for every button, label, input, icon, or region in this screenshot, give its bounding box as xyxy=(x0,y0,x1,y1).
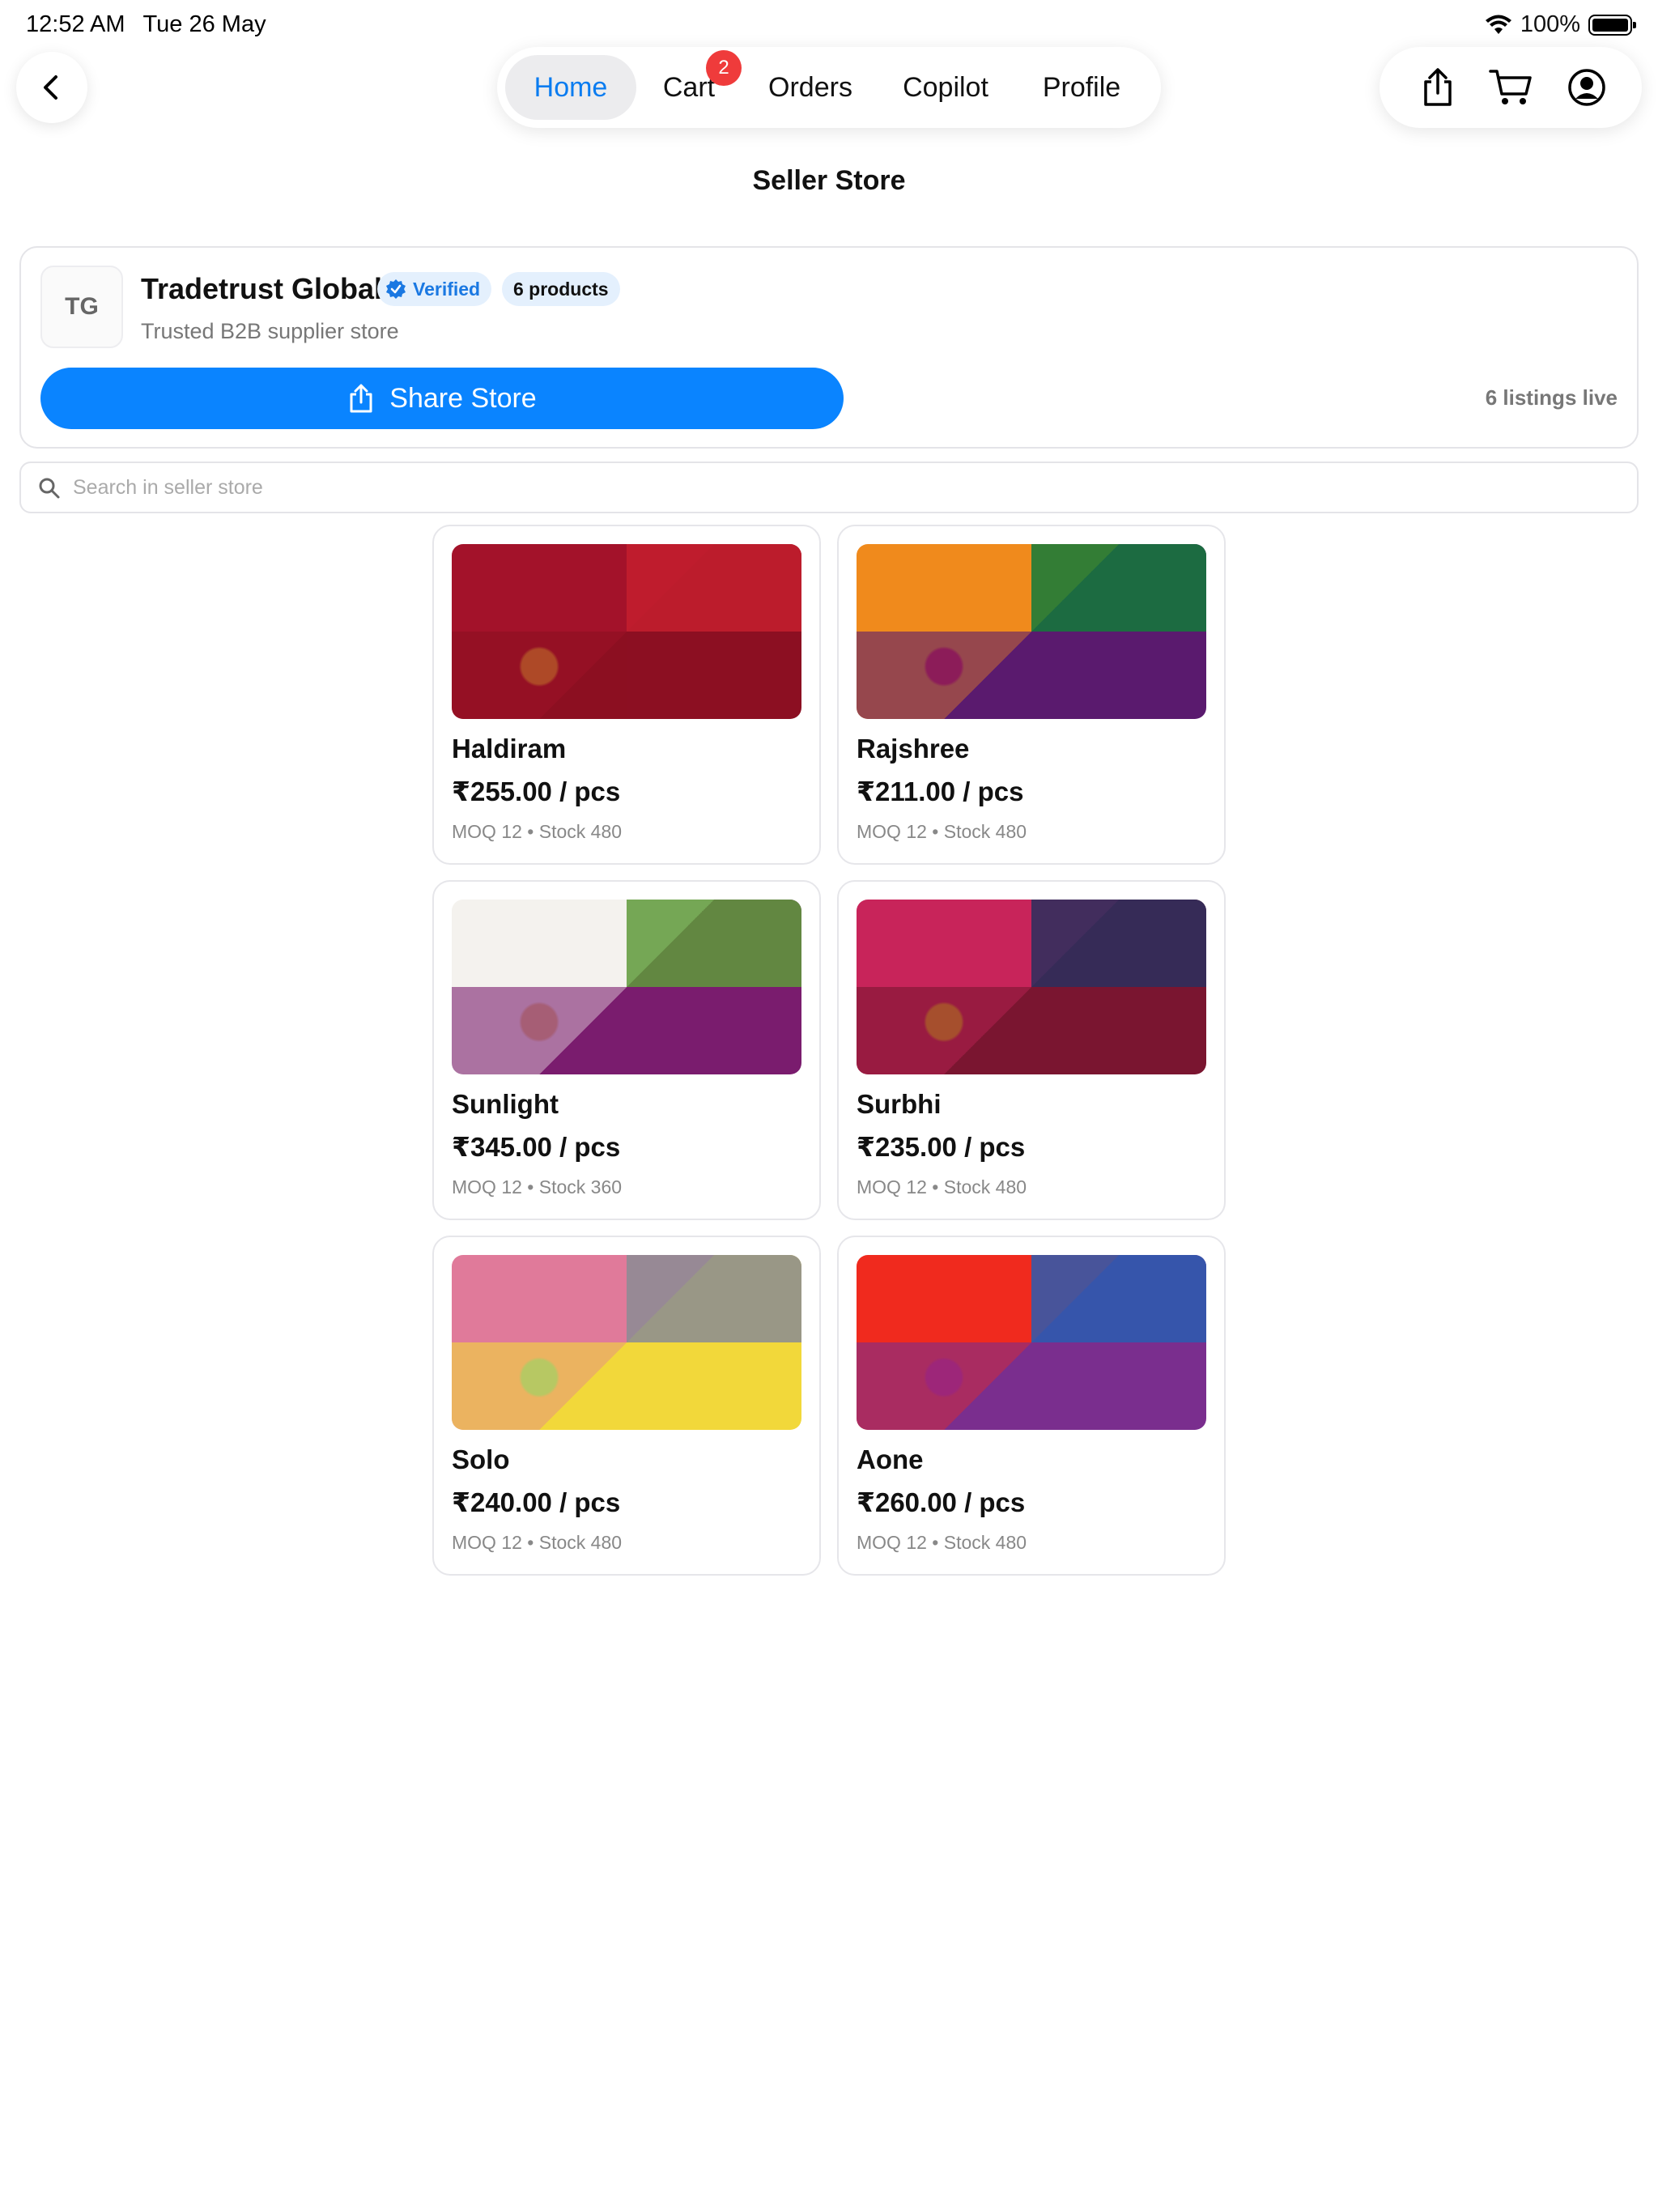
cart-icon xyxy=(1489,70,1532,104)
product-name: Surbhi xyxy=(857,1089,942,1119)
status-date: Tue 26 May xyxy=(142,11,266,37)
share-store-label: Share Store xyxy=(389,382,537,414)
product-image xyxy=(857,900,1206,1074)
search-input[interactable] xyxy=(73,470,1611,505)
tab-home[interactable]: Home xyxy=(505,55,636,120)
product-meta: MOQ 12 • Stock 480 xyxy=(857,1176,1027,1197)
product-image xyxy=(857,1255,1206,1430)
battery-percent: 100% xyxy=(1520,11,1580,37)
share-icon xyxy=(1424,68,1452,106)
tab-bar: Home Cart Orders Copilot Profile xyxy=(497,47,1161,128)
verified-badge: Verified xyxy=(377,272,492,306)
product-price: ₹260.00 / pcs xyxy=(857,1487,1026,1517)
product-card[interactable]: Haldiram ₹255.00 / pcs MOQ 12 • Stock 480 xyxy=(432,525,821,865)
product-name: Solo xyxy=(452,1444,510,1474)
store-search-bar xyxy=(19,462,1639,513)
status-clock: 12:52 AM xyxy=(26,11,125,37)
product-card[interactable]: Solo ₹240.00 / pcs MOQ 12 • Stock 480 xyxy=(432,1236,821,1576)
cart-button[interactable] xyxy=(1488,65,1533,110)
product-name: Aone xyxy=(857,1444,924,1474)
product-name: Rajshree xyxy=(857,734,970,764)
store-subtitle: Trusted B2B supplier store xyxy=(141,319,399,343)
product-meta: MOQ 12 • Stock 480 xyxy=(452,821,623,842)
header-actions xyxy=(1380,47,1642,128)
product-image xyxy=(452,900,801,1074)
page-title: Seller Store xyxy=(752,165,906,196)
product-meta: MOQ 12 • Stock 360 xyxy=(452,1176,623,1197)
back-button[interactable] xyxy=(16,52,87,123)
product-price: ₹240.00 / pcs xyxy=(452,1487,621,1517)
products-count-badge: 6 products xyxy=(502,272,620,306)
store-name: Tradetrust Global xyxy=(141,272,383,305)
tab-orders[interactable]: Orders xyxy=(750,55,871,120)
product-price: ₹345.00 / pcs xyxy=(452,1132,621,1162)
share-icon xyxy=(350,384,372,413)
share-button[interactable] xyxy=(1415,65,1460,110)
product-card[interactable]: Aone ₹260.00 / pcs MOQ 12 • Stock 480 xyxy=(837,1236,1226,1576)
tab-profile[interactable]: Profile xyxy=(1017,55,1146,120)
search-icon xyxy=(39,478,60,499)
product-price: ₹211.00 / pcs xyxy=(857,776,1024,806)
product-meta: MOQ 12 • Stock 480 xyxy=(857,821,1027,842)
product-meta: MOQ 12 • Stock 480 xyxy=(452,1532,623,1553)
product-card[interactable]: Surbhi ₹235.00 / pcs MOQ 12 • Stock 480 xyxy=(837,880,1226,1220)
share-store-button[interactable]: Share Store xyxy=(40,368,844,429)
status-time: 12:52 AM Tue 26 May xyxy=(26,11,284,38)
store-header-card: TG Tradetrust Global Verified 6 products… xyxy=(19,246,1639,449)
account-icon xyxy=(1568,69,1605,106)
product-card[interactable]: Rajshree ₹211.00 / pcs MOQ 12 • Stock 480 xyxy=(837,525,1226,865)
battery-icon xyxy=(1588,14,1636,36)
product-image xyxy=(857,544,1206,719)
product-name: Haldiram xyxy=(452,734,567,764)
product-price: ₹235.00 / pcs xyxy=(857,1132,1026,1162)
tab-copilot[interactable]: Copilot xyxy=(881,55,1010,120)
status-indicators: 100% xyxy=(1485,11,1636,38)
back-icon xyxy=(44,75,57,100)
verified-label: Verified xyxy=(413,278,481,300)
product-card[interactable]: Sunlight ₹345.00 / pcs MOQ 12 • Stock 360 xyxy=(432,880,821,1220)
cart-count-badge: 2 xyxy=(706,50,742,86)
product-name: Sunlight xyxy=(452,1089,559,1119)
verified-check-icon xyxy=(386,279,406,299)
wifi-icon xyxy=(1485,15,1511,34)
product-meta: MOQ 12 • Stock 480 xyxy=(857,1532,1027,1553)
account-button[interactable] xyxy=(1564,65,1609,110)
listings-live-count: 6 listings live xyxy=(1485,385,1618,410)
product-image xyxy=(452,1255,801,1430)
product-price: ₹255.00 / pcs xyxy=(452,776,621,806)
product-image xyxy=(452,544,801,719)
store-avatar: TG xyxy=(40,266,123,348)
